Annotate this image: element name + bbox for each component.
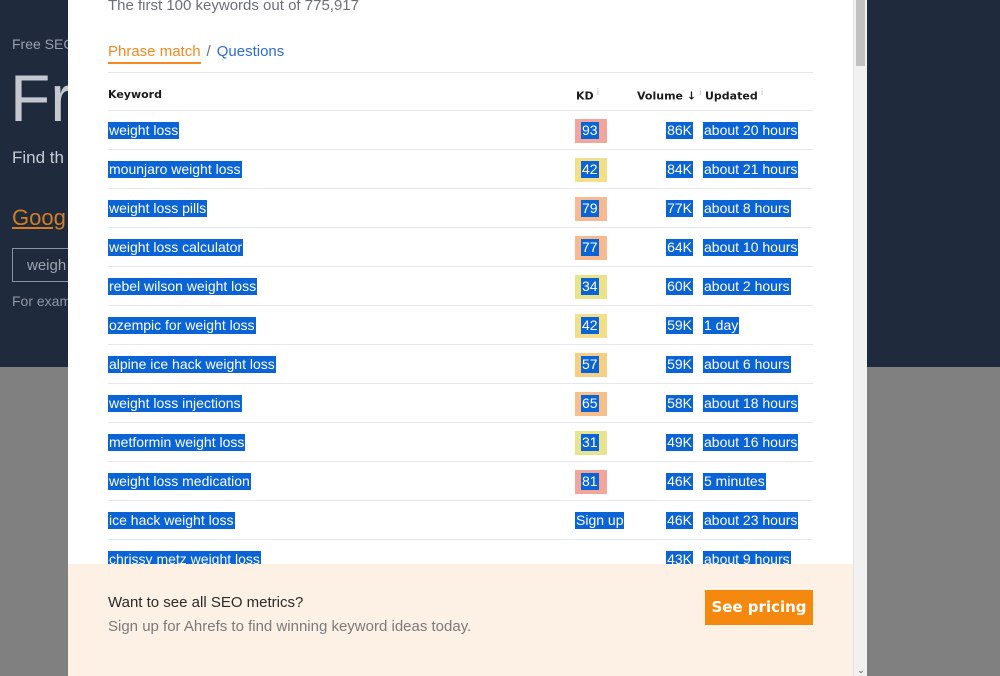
- keyword-link[interactable]: metformin weight loss: [108, 434, 246, 451]
- kd-badge: 93: [575, 119, 607, 143]
- volume-value: 59K: [666, 356, 693, 373]
- updated-value: about 6 hours: [703, 356, 791, 373]
- kd-badge: 65: [575, 392, 607, 416]
- table-row: ozempic for weight loss 42 59K 1 day: [108, 306, 813, 345]
- column-header-volume[interactable]: Volume ↓ i: [637, 88, 702, 103]
- keyword-link[interactable]: ozempic for weight loss: [108, 317, 256, 334]
- updated-value: about 8 hours: [703, 200, 791, 217]
- volume-value: 59K: [666, 317, 693, 334]
- column-header-keyword[interactable]: Keyword: [108, 88, 162, 101]
- volume-value: 60K: [666, 278, 693, 295]
- tab-separator: /: [206, 43, 211, 60]
- match-tabs: Phrase match / Questions: [108, 43, 284, 64]
- background-example-text: For exam: [12, 293, 72, 309]
- modal-scrollbar[interactable]: ⌄: [853, 0, 867, 676]
- table-body: weight loss 93 86K about 20 hours mounjaro w…: [108, 111, 813, 579]
- kd-value: 81: [581, 473, 599, 490]
- kd-value: 42: [581, 161, 599, 178]
- updated-value: about 20 hours: [703, 122, 799, 139]
- scrollbar-thumb[interactable]: [856, 0, 865, 66]
- kd-value: 31: [581, 434, 599, 451]
- scroll-down-icon[interactable]: ⌄: [856, 665, 866, 676]
- kd-badge: 34: [575, 275, 607, 299]
- background-subtitle: Find th: [12, 148, 64, 167]
- kd-info-icon[interactable]: i: [597, 88, 600, 98]
- keyword-link[interactable]: ice hack weight loss: [108, 512, 235, 529]
- keyword-link[interactable]: mounjaro weight loss: [108, 161, 242, 178]
- banner-subtitle: Sign up for Ahrefs to find winning keywo…: [108, 618, 472, 635]
- kd-value: 34: [581, 278, 599, 295]
- volume-value: 46K: [666, 473, 693, 490]
- kd-value: 42: [581, 317, 599, 334]
- volume-value: 77K: [666, 200, 693, 217]
- kd-value: 65: [581, 395, 599, 412]
- keywords-modal: The first 100 keywords out of 775,917 Ph…: [68, 0, 853, 676]
- volume-value: 64K: [666, 239, 693, 256]
- updated-value: about 16 hours: [703, 434, 799, 451]
- volume-value: 46K: [666, 512, 693, 529]
- keyword-link[interactable]: rebel wilson weight loss: [108, 278, 258, 295]
- tab-phrase-match[interactable]: Phrase match: [108, 43, 201, 64]
- kd-badge: 42: [575, 314, 607, 338]
- background-google-link: Goog: [12, 205, 66, 230]
- table-row: mounjaro weight loss 42 84K about 21 hours: [108, 150, 813, 189]
- table-header: Keyword KD i Volume ↓ i Updated i: [108, 72, 813, 111]
- table-row: weight loss pills 79 77K about 8 hours: [108, 189, 813, 228]
- column-header-kd[interactable]: KD i: [576, 88, 599, 103]
- kd-value: 93: [581, 122, 599, 139]
- table-row: weight loss calculator 77 64K about 10 hour…: [108, 228, 813, 267]
- updated-value: 5 minutes: [703, 473, 766, 490]
- volume-value: 58K: [666, 395, 693, 412]
- keyword-link[interactable]: weight loss pills: [108, 200, 208, 217]
- kd-badge: 81: [575, 470, 607, 494]
- results-summary: The first 100 keywords out of 775,917: [108, 0, 359, 14]
- kd-badge: 31: [575, 431, 607, 455]
- keyword-link[interactable]: weight loss injections: [108, 395, 242, 412]
- kd-badge: 77: [575, 236, 607, 260]
- keywords-table: Keyword KD i Volume ↓ i Updated i weight lo…: [108, 72, 813, 579]
- banner-title: Want to see all SEO metrics?: [108, 594, 304, 611]
- background-breadcrumb: Free SEC: [12, 36, 74, 52]
- table-row: weight loss 93 86K about 20 hours: [108, 111, 813, 150]
- kd-badge: 79: [575, 197, 607, 221]
- updated-value: about 21 hours: [703, 161, 799, 178]
- background-title: Fr: [10, 61, 73, 135]
- table-row: alpine ice hack weight loss 57 59K about 6 …: [108, 345, 813, 384]
- keyword-link[interactable]: weight loss calculator: [108, 239, 244, 256]
- updated-info-icon[interactable]: i: [761, 88, 764, 98]
- keyword-link[interactable]: weight loss: [108, 122, 180, 139]
- updated-value: about 23 hours: [703, 512, 799, 529]
- updated-value: about 10 hours: [703, 239, 799, 256]
- table-row: rebel wilson weight loss 34 60K about 2 hou…: [108, 267, 813, 306]
- kd-value: 79: [581, 200, 599, 217]
- updated-value: about 18 hours: [703, 395, 799, 412]
- column-header-updated[interactable]: Updated i: [705, 88, 763, 103]
- volume-value: 49K: [666, 434, 693, 451]
- volume-value: 86K: [666, 122, 693, 139]
- kd-value: 77: [581, 239, 599, 256]
- volume-value: 84K: [666, 161, 693, 178]
- see-pricing-button[interactable]: See pricing: [705, 590, 813, 625]
- kd-badge: 57: [575, 353, 607, 377]
- kd-badge: 42: [575, 158, 607, 182]
- updated-value: 1 day: [703, 317, 740, 334]
- volume-info-icon[interactable]: i: [699, 88, 702, 98]
- table-row: ice hack weight loss Sign up 46K about 23 h…: [108, 501, 813, 540]
- signup-banner: Want to see all SEO metrics? Sign up for…: [68, 564, 853, 676]
- kd-value: 57: [581, 356, 599, 373]
- tab-questions[interactable]: Questions: [217, 43, 285, 60]
- table-row: weight loss medication 81 46K 5 minutes: [108, 462, 813, 501]
- table-row: metformin weight loss 31 49K about 16 hours: [108, 423, 813, 462]
- kd-signup-link[interactable]: Sign up: [575, 512, 625, 529]
- keyword-link[interactable]: weight loss medication: [108, 473, 251, 490]
- updated-value: about 2 hours: [703, 278, 791, 295]
- table-row: weight loss injections 65 58K about 18 hour…: [108, 384, 813, 423]
- keyword-link[interactable]: alpine ice hack weight loss: [108, 356, 276, 373]
